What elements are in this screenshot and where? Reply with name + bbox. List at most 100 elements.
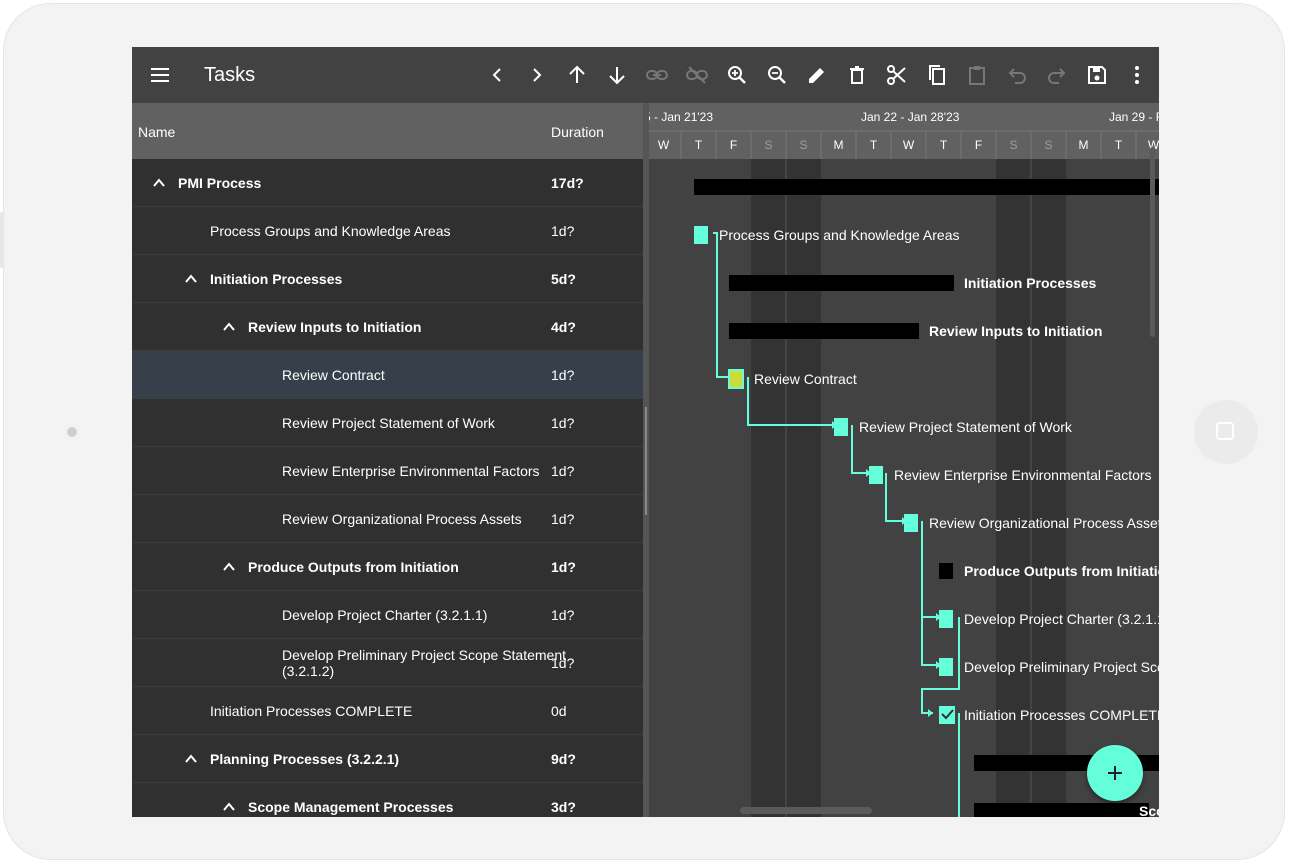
table-row[interactable]: Planning Processes (3.2.2.1) 9d? [132,735,643,783]
collapse-caret-icon[interactable] [184,752,198,766]
plus-icon [1108,766,1122,780]
toolbar: Tasks [132,47,1159,103]
table-row[interactable]: Initiation Processes COMPLETE 0d [132,687,643,735]
week-label: Jan 29 - F [1109,110,1159,124]
day-label: T [695,138,703,152]
collapse-caret-icon[interactable] [152,176,166,190]
task-name: Initiation Processes COMPLETE [210,702,413,719]
week-label: 5 - Jan 21'23 [649,110,713,124]
week-label: Jan 22 - Jan 28'23 [861,110,960,124]
task-duration: 1d? [551,462,575,479]
delete-icon[interactable] [845,63,869,87]
task-bar[interactable] [728,369,744,389]
dependency-link [921,617,941,666]
cut-icon[interactable] [885,63,909,87]
tablet-side-button [0,212,4,268]
bar-label: Produce Outputs from Initiation [964,563,1159,579]
chevron-right-icon[interactable] [525,63,549,87]
menu-icon[interactable] [150,65,172,85]
task-name: PMI Process [178,174,262,191]
day-label: M [834,138,844,152]
unlink-icon[interactable] [685,63,709,87]
task-bar[interactable] [904,514,918,532]
table-row[interactable]: Process Groups and Knowledge Areas 1d? [132,207,643,255]
collapse-caret-icon[interactable] [222,800,236,814]
task-bar[interactable] [834,418,848,436]
day-label: W [903,138,915,152]
summary-bar[interactable] [974,803,1149,817]
collapse-caret-icon[interactable] [222,320,236,334]
day-label: S [1009,138,1017,152]
day-label: T [870,138,878,152]
save-icon[interactable] [1085,63,1109,87]
tablet-home-button[interactable] [1194,400,1258,464]
arrow-down-icon[interactable] [605,63,629,87]
add-task-button[interactable] [1087,745,1143,801]
gantt-canvas[interactable]: 5 - Jan 21'23 Jan 22 - Jan 28'23 Jan 29 - … [649,103,1159,817]
table-row[interactable]: Scope Management Processes 3d? [132,783,643,817]
bar-label: Develop Preliminary Project Scope Statem… [964,659,1159,675]
bar-label: Review Inputs to Initiation [929,323,1102,339]
day-label: W [658,138,670,152]
redo-icon[interactable] [1045,63,1069,87]
table-row[interactable]: Initiation Processes 5d? [132,255,643,303]
chevron-left-icon[interactable] [485,63,509,87]
summary-bar[interactable] [939,563,953,579]
splitter-handle[interactable] [645,407,647,515]
table-row[interactable]: Produce Outputs from Initiation 1d? [132,543,643,591]
task-duration: 0d [551,702,567,719]
table-row[interactable]: Review Contract 1d? [132,351,643,399]
column-header-name[interactable]: Name [138,124,175,140]
table-row[interactable]: PMI Process 17d? [132,159,643,207]
task-bar[interactable] [694,226,708,244]
task-duration: 4d? [551,318,576,335]
table-row[interactable]: Review Organizational Process Assets 1d? [132,495,643,543]
task-bar[interactable] [939,658,953,676]
day-label: S [1044,138,1052,152]
dependency-link [921,521,941,618]
task-duration: 1d? [551,414,575,431]
bar-label: Develop Project Charter (3.2.1.1) [964,611,1159,627]
bar-label: Review Organizational Process Assets [929,515,1159,531]
table-row[interactable]: Review Enterprise Environmental Factors 1… [132,447,643,495]
table-row[interactable]: Review Project Statement of Work 1d? [132,399,643,447]
summary-bar[interactable] [694,179,1159,195]
collapse-caret-icon[interactable] [184,272,198,286]
edit-icon[interactable] [805,63,829,87]
task-bar[interactable] [939,610,953,628]
day-label: F [730,138,737,152]
zoom-in-icon[interactable] [725,63,749,87]
more-vert-icon[interactable] [1125,63,1149,87]
horizontal-scrollbar[interactable] [740,807,872,814]
bar-label: Initiation Processes COMPLETE [964,707,1159,723]
grid-header: Name Duration [132,103,643,159]
task-duration: 9d? [551,750,576,767]
copy-icon[interactable] [925,63,949,87]
summary-bar[interactable] [729,323,919,339]
table-row[interactable]: Review Inputs to Initiation 4d? [132,303,643,351]
undo-icon[interactable] [1005,63,1029,87]
paste-icon[interactable] [965,63,989,87]
arrow-up-icon[interactable] [565,63,589,87]
task-name: Scope Management Processes [248,798,454,815]
dependency-arrow [928,709,933,717]
bar-label: Initiation Processes [964,275,1096,291]
column-header-duration[interactable]: Duration [551,124,604,140]
bar-label: Process Groups and Knowledge Areas [719,227,959,243]
link-icon[interactable] [645,63,669,87]
task-duration: 17d? [551,174,584,191]
table-row[interactable]: Develop Preliminary Project Scope Statem… [132,639,643,687]
day-label: S [764,138,772,152]
day-label: T [940,138,948,152]
task-bar[interactable] [869,466,883,484]
milestone-marker[interactable] [939,706,955,724]
bar-label: Review Contract [754,371,857,387]
zoom-out-icon[interactable] [765,63,789,87]
task-name: Review Inputs to Initiation [248,318,422,335]
table-row[interactable]: Develop Project Charter (3.2.1.1) 1d? [132,591,643,639]
summary-bar[interactable] [729,275,954,291]
task-duration: 1d? [551,606,575,623]
task-duration: 1d? [551,366,575,383]
vertical-scrollbar[interactable] [1150,147,1155,337]
collapse-caret-icon[interactable] [222,560,236,574]
